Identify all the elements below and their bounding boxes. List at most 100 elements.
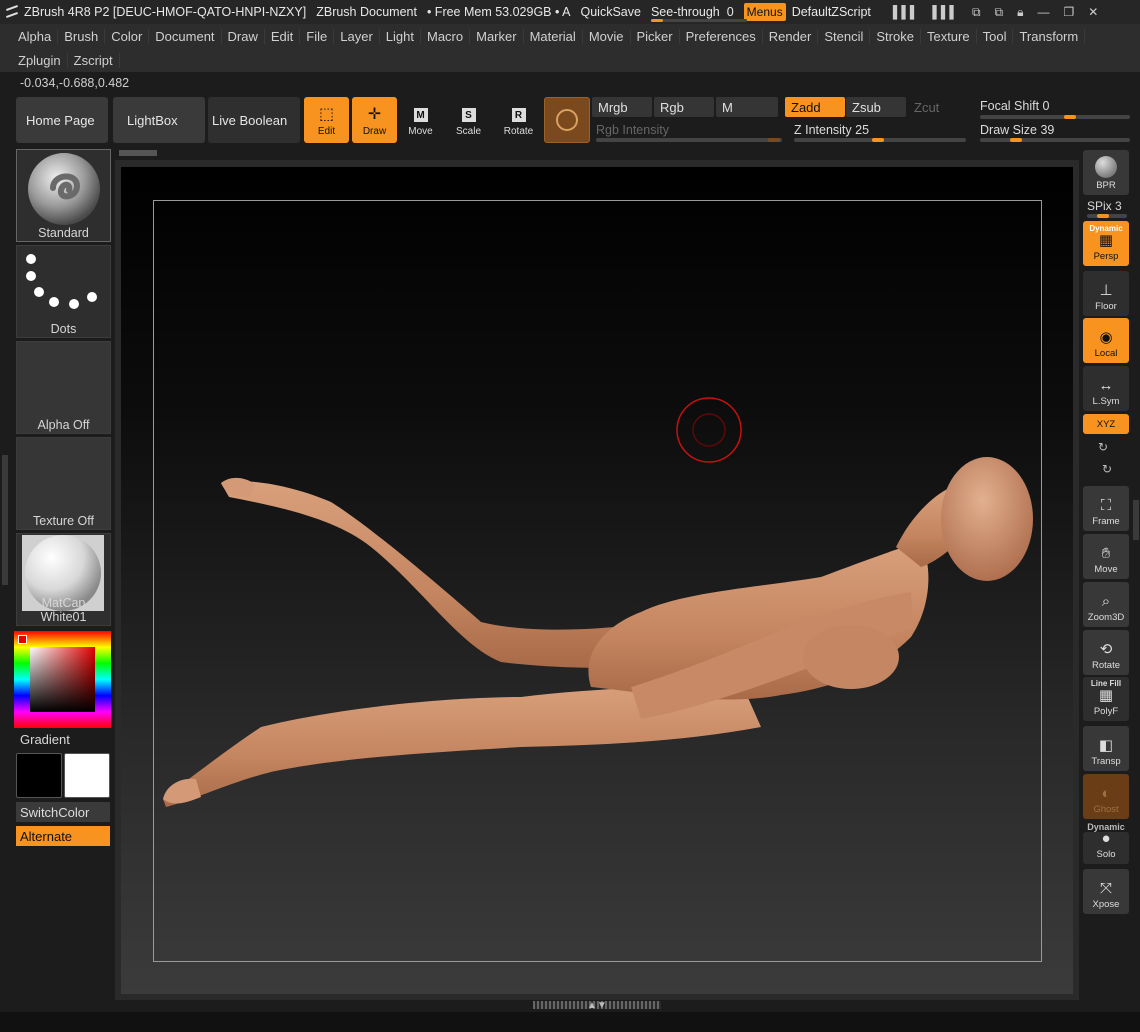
- left-tray-handle[interactable]: [2, 455, 8, 585]
- zoom3d-button[interactable]: ⌕ Zoom3D: [1083, 582, 1129, 627]
- menus-toggle-button[interactable]: Menus: [743, 3, 786, 21]
- transp-label: Transp: [1091, 756, 1121, 767]
- interface-toggle-2-icon[interactable]: ▌▌▌: [932, 5, 958, 20]
- expand-tray-icon[interactable]: ▲▼: [587, 1000, 607, 1011]
- z-intensity-control[interactable]: Z Intensity 25: [794, 123, 869, 137]
- xyz-button[interactable]: XYZ: [1083, 414, 1129, 434]
- rotate-z-icon[interactable]: ↻: [1102, 462, 1112, 476]
- material-selector[interactable]: MatCap White01: [16, 533, 111, 626]
- close-icon[interactable]: ✕: [1088, 5, 1098, 20]
- lightbox-button[interactable]: LightBox: [113, 97, 205, 143]
- rgb-intensity-label: Rgb Intensity: [596, 123, 669, 137]
- menu-zscript[interactable]: Zscript: [68, 52, 120, 68]
- sculpt-model-figure[interactable]: [121, 167, 1073, 994]
- zcut-button[interactable]: Zcut: [908, 97, 968, 117]
- menu-edit[interactable]: Edit: [265, 28, 301, 44]
- minimize-icon[interactable]: —: [1037, 5, 1049, 20]
- see-through-slider[interactable]: See-through 0: [650, 5, 747, 22]
- brush-selector[interactable]: Standard: [16, 149, 111, 242]
- spix-control[interactable]: SPix 3: [1087, 199, 1122, 213]
- rotate-tool-button[interactable]: R Rotate: [496, 97, 541, 143]
- maximize-icon[interactable]: ❐: [1063, 5, 1074, 20]
- rgb-intensity-slider[interactable]: [596, 138, 782, 142]
- persp-button[interactable]: Dynamic ▦ Persp: [1083, 221, 1129, 266]
- menu-stroke[interactable]: Stroke: [870, 28, 921, 44]
- color-picker[interactable]: [14, 631, 111, 728]
- menu-movie[interactable]: Movie: [583, 28, 631, 44]
- xpose-button[interactable]: ⤧ Xpose: [1083, 869, 1129, 914]
- alternate-button[interactable]: Alternate: [16, 826, 110, 846]
- lsym-button[interactable]: ↔ L.Sym: [1083, 366, 1129, 411]
- stroke-dot-icon: [49, 297, 59, 307]
- material-name: MatCap White01: [40, 596, 87, 624]
- menu-material[interactable]: Material: [524, 28, 583, 44]
- move-tool-button[interactable]: M Move: [398, 97, 443, 143]
- z-intensity-slider[interactable]: [794, 138, 966, 142]
- draw-icon: ✛: [367, 106, 382, 123]
- floor-button[interactable]: ⊥ Floor: [1083, 271, 1129, 316]
- canvas-scroll-handle[interactable]: [119, 150, 157, 156]
- focal-shift-slider[interactable]: [980, 115, 1130, 119]
- frame-button[interactable]: ⛶ Frame: [1083, 486, 1129, 531]
- menu-preferences[interactable]: Preferences: [680, 28, 763, 44]
- focal-shift-control[interactable]: Focal Shift 0: [980, 99, 1050, 113]
- solo-button[interactable]: ● Solo: [1083, 831, 1129, 864]
- menu-file[interactable]: File: [300, 28, 335, 44]
- menu-render[interactable]: Render: [763, 28, 819, 44]
- alpha-selector[interactable]: Alpha Off: [16, 341, 111, 434]
- stroke-selector[interactable]: Dots: [16, 245, 111, 338]
- rotate-y-icon[interactable]: ↻: [1098, 440, 1108, 454]
- right-tray-handle[interactable]: [1133, 500, 1139, 540]
- menu-brush[interactable]: Brush: [58, 28, 106, 44]
- live-boolean-button[interactable]: Live Boolean: [208, 97, 300, 143]
- menu-layer[interactable]: Layer: [334, 28, 380, 44]
- layout-icon[interactable]: ⧉: [972, 5, 981, 20]
- interface-toggle-icon[interactable]: ▌▌▌: [893, 5, 919, 20]
- switch-color-button[interactable]: SwitchColor: [16, 802, 110, 822]
- ghost-icon: ◐: [1101, 785, 1111, 802]
- secondary-color-swatch[interactable]: [64, 753, 110, 798]
- polyf-button[interactable]: Line Fill ▦ PolyF: [1083, 677, 1129, 721]
- draw-size-control[interactable]: Draw Size 39: [980, 123, 1054, 137]
- quicksave-button[interactable]: QuickSave: [581, 5, 641, 19]
- rgb-button[interactable]: Rgb: [654, 97, 714, 117]
- lock-icon[interactable]: 🔒︎: [1017, 5, 1023, 20]
- menu-zplugin[interactable]: Zplugin: [12, 52, 68, 68]
- zadd-button[interactable]: Zadd: [785, 97, 845, 117]
- menu-alpha[interactable]: Alpha: [12, 28, 59, 44]
- menu-tool[interactable]: Tool: [977, 28, 1014, 44]
- default-zscript-button[interactable]: DefaultZScript: [792, 5, 871, 19]
- menu-color[interactable]: Color: [105, 28, 150, 44]
- texture-selector[interactable]: Texture Off: [16, 437, 111, 530]
- bpr-button[interactable]: BPR: [1083, 150, 1129, 195]
- menu-document[interactable]: Document: [149, 28, 222, 44]
- menu-macro[interactable]: Macro: [421, 28, 471, 44]
- menu-picker[interactable]: Picker: [631, 28, 680, 44]
- ghost-button[interactable]: ◐ Ghost: [1083, 774, 1129, 819]
- rotate-view-button[interactable]: ⟲ Rotate: [1083, 630, 1129, 675]
- layout-2-icon[interactable]: ⧉: [995, 5, 1004, 20]
- scale-tool-button[interactable]: S Scale: [446, 97, 491, 143]
- move-view-button[interactable]: ✋︎ Move: [1083, 534, 1129, 579]
- menu-texture[interactable]: Texture: [921, 28, 977, 44]
- saturation-value-square[interactable]: [30, 647, 95, 712]
- gradient-toggle[interactable]: Gradient: [20, 732, 70, 747]
- cursor-coordinates: -0.034,-0.688,0.482: [20, 76, 130, 90]
- draw-size-slider[interactable]: [980, 138, 1130, 142]
- menu-transform[interactable]: Transform: [1013, 28, 1086, 44]
- zsub-button[interactable]: Zsub: [846, 97, 906, 117]
- transp-button[interactable]: ◧ Transp: [1083, 726, 1129, 771]
- local-button[interactable]: ◉ Local: [1083, 318, 1129, 363]
- material-swatch-button[interactable]: [544, 97, 590, 143]
- main-color-swatch[interactable]: [16, 753, 62, 798]
- mrgb-button[interactable]: Mrgb: [592, 97, 652, 117]
- menu-light[interactable]: Light: [380, 28, 421, 44]
- menu-draw[interactable]: Draw: [222, 28, 265, 44]
- edit-tool-button[interactable]: ⬚ Edit: [304, 97, 349, 143]
- draw-tool-button[interactable]: ✛ Draw: [352, 97, 397, 143]
- menu-marker[interactable]: Marker: [470, 28, 524, 44]
- spix-slider[interactable]: [1087, 214, 1127, 218]
- home-page-button[interactable]: Home Page: [16, 97, 108, 143]
- m-button[interactable]: M: [716, 97, 778, 117]
- menu-stencil[interactable]: Stencil: [818, 28, 871, 44]
